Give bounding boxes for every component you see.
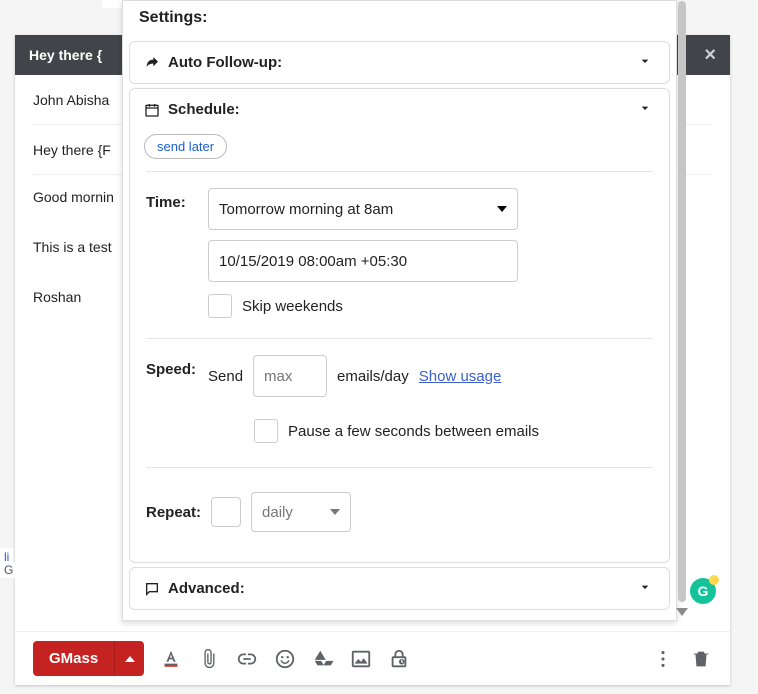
- drive-icon[interactable]: [312, 648, 334, 670]
- settings-panel: Settings: Auto Follow-up: Schedule: send…: [122, 0, 677, 621]
- time-label: Time:: [146, 188, 208, 211]
- repeat-count-input[interactable]: [211, 497, 241, 527]
- scroll-down-icon[interactable]: [676, 608, 688, 616]
- grammarly-badge[interactable]: G: [690, 578, 716, 604]
- gmass-dropdown[interactable]: [114, 641, 144, 676]
- skip-weekends-label: Skip weekends: [242, 298, 343, 315]
- speed-perday-text: emails/day: [337, 368, 409, 385]
- chevron-down-icon: [637, 100, 653, 120]
- auto-followup-header[interactable]: Auto Follow-up:: [130, 42, 669, 83]
- auto-followup-card: Auto Follow-up:: [129, 41, 670, 84]
- confidential-icon[interactable]: [388, 648, 410, 670]
- image-icon[interactable]: [350, 648, 372, 670]
- skip-weekends-row: Skip weekends: [208, 294, 653, 318]
- time-row: Time: Tomorrow morning at 8am Skip weeke…: [144, 172, 655, 318]
- datetime-input[interactable]: [208, 240, 518, 282]
- speed-row: Speed: Send emails/day Show usage Pause …: [144, 339, 655, 443]
- time-preset-select[interactable]: Tomorrow morning at 8am: [208, 188, 518, 230]
- repeat-label: Repeat:: [146, 504, 201, 521]
- attachment-icon[interactable]: [198, 648, 220, 670]
- schedule-body: send later Time: Tomorrow morning at 8am…: [130, 122, 669, 562]
- auto-followup-label: Auto Follow-up:: [168, 54, 282, 71]
- pause-checkbox[interactable]: [254, 419, 278, 443]
- calendar-icon: [144, 102, 160, 118]
- compose-toolbar: GMass: [15, 631, 730, 685]
- send-later-pill[interactable]: send later: [144, 134, 227, 159]
- chevron-down-icon: [637, 53, 653, 73]
- schedule-label: Schedule:: [168, 101, 240, 118]
- reply-icon: [144, 55, 160, 71]
- emoji-icon[interactable]: [274, 648, 296, 670]
- dropdown-triangle-icon: [497, 206, 507, 212]
- repeat-row: Repeat: daily: [144, 468, 655, 544]
- compose-subject-preview: Hey there {: [29, 47, 102, 63]
- advanced-label: Advanced:: [168, 580, 245, 597]
- repeat-unit-select[interactable]: daily: [251, 492, 351, 532]
- caret-up-icon: [125, 656, 135, 662]
- format-icon[interactable]: [160, 648, 182, 670]
- dropdown-triangle-icon: [330, 509, 340, 515]
- schedule-card: Schedule: send later Time: Tomorrow morn…: [129, 88, 670, 563]
- link-icon[interactable]: [236, 648, 258, 670]
- trash-icon[interactable]: [690, 648, 712, 670]
- repeat-unit-value: daily: [262, 504, 293, 521]
- scrollbar[interactable]: [678, 1, 686, 602]
- more-icon[interactable]: [652, 648, 674, 670]
- skip-weekends-checkbox[interactable]: [208, 294, 232, 318]
- close-icon[interactable]: ×: [704, 44, 716, 67]
- advanced-card: Advanced:: [129, 567, 670, 610]
- pause-row: Pause a few seconds between emails: [254, 419, 653, 443]
- left-fragment-2: G: [0, 562, 17, 578]
- pause-label: Pause a few seconds between emails: [288, 423, 539, 440]
- schedule-header[interactable]: Schedule:: [130, 89, 669, 122]
- chevron-down-icon: [637, 579, 653, 599]
- time-preset-value: Tomorrow morning at 8am: [219, 201, 393, 218]
- notification-dot-icon: [709, 575, 719, 585]
- settings-title: Settings:: [123, 1, 676, 37]
- speed-label: Speed:: [146, 355, 208, 378]
- gmass-button-group: GMass: [33, 641, 144, 676]
- advanced-header[interactable]: Advanced:: [130, 568, 669, 609]
- gmass-button[interactable]: GMass: [33, 641, 114, 676]
- show-usage-link[interactable]: Show usage: [419, 368, 502, 385]
- speed-max-input[interactable]: [253, 355, 327, 397]
- comment-icon: [144, 581, 160, 597]
- speed-send-text: Send: [208, 368, 243, 385]
